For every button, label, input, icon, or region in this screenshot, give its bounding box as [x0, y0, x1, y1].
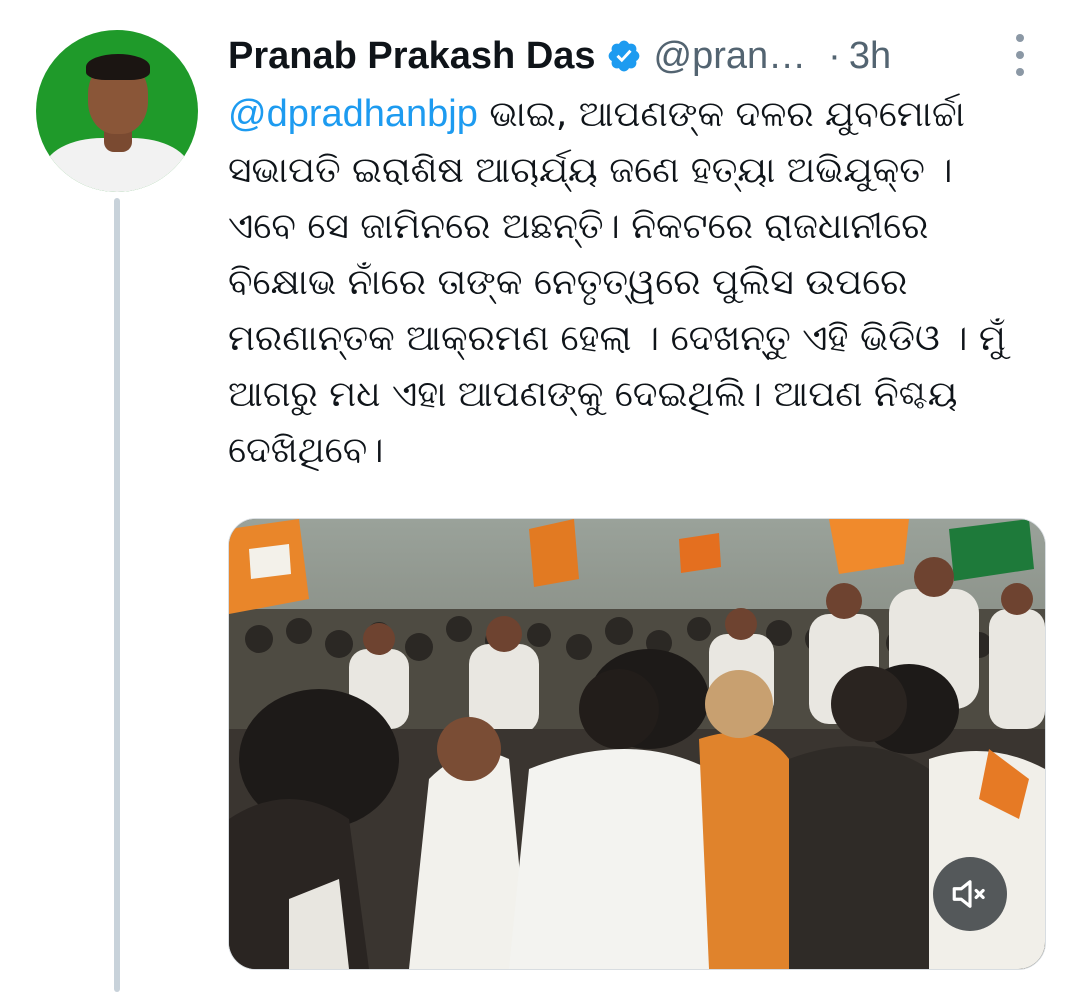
tweet-timestamp[interactable]: 3h — [849, 35, 891, 78]
mention-link[interactable]: @dpradhanbjp — [228, 93, 478, 135]
tweet-header: Pranab Prakash Das @pran… · 3h — [228, 28, 1028, 84]
tweet-text: @dpradhanbjp ଭାଇ, ଆପଣଙ୍କ ଦଳର ଯୁବମୋର୍ଚ୍ଚା… — [228, 86, 1018, 479]
mute-toggle-button[interactable] — [933, 857, 1007, 931]
tweet-card[interactable]: Pranab Prakash Das @pran… · 3h @dpradhan… — [0, 0, 1080, 992]
video-player[interactable] — [228, 518, 1046, 970]
meta-separator: · — [828, 34, 841, 77]
author-handle[interactable]: @pran… — [654, 35, 807, 78]
video-frame — [229, 519, 1045, 969]
author-avatar[interactable] — [36, 30, 198, 192]
verified-badge-icon — [608, 40, 639, 72]
more-vertical-icon[interactable] — [1008, 32, 1032, 78]
author-name[interactable]: Pranab Prakash Das — [228, 35, 596, 78]
tweet-body: ଭାଇ, ଆପଣଙ୍କ ଦଳର ଯୁବମୋର୍ଚ୍ଚା ସଭାପତି ଇରାଶି… — [228, 94, 1006, 471]
speaker-muted-icon — [952, 880, 985, 908]
thread-connector-line — [114, 198, 120, 992]
